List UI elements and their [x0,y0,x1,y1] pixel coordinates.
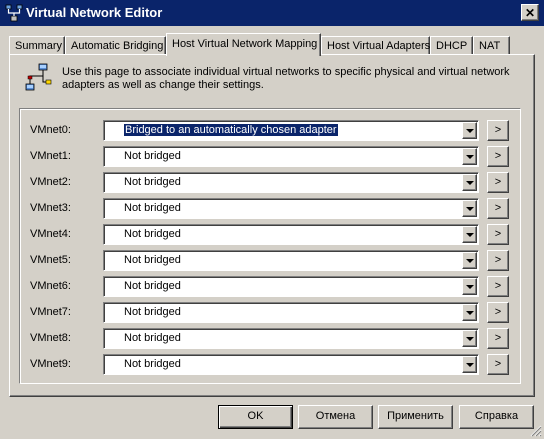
vmnet-settings-button[interactable]: > [487,146,509,167]
vmnet-label: VMnet9: [30,358,71,370]
vmnet-mapping-value: Not bridged [124,254,181,266]
tab-dhcp[interactable]: DHCP [430,36,473,55]
chevron-down-icon[interactable] [462,356,477,373]
vmnet-mapping-select[interactable]: Not bridged [103,146,479,167]
vmnet-mapping-select[interactable]: Not bridged [103,198,479,219]
vmnet-row: VMnet5: Not bridged > [0,250,544,272]
close-button[interactable]: ✕ [521,4,539,21]
vmnet-row: VMnet4: Not bridged > [0,224,544,246]
vmnet-mapping-select[interactable]: Not bridged [103,302,479,323]
vmnet-mapping-value: Bridged to an automatically chosen adapt… [123,123,339,137]
chevron-down-icon[interactable] [462,148,477,165]
close-icon: ✕ [524,5,536,20]
chevron-down-icon[interactable] [462,122,477,139]
info-description: Use this page to associate individual vi… [62,66,510,91]
tab-host-virtual-adapters[interactable]: Host Virtual Adapters [321,36,430,55]
cancel-button[interactable]: Отмена [298,405,373,429]
tab-summary[interactable]: Summary [9,36,65,55]
vmnet-mapping-value: Not bridged [124,202,181,214]
vmnet-row: VMnet7: Not bridged > [0,302,544,324]
vmnet-settings-button[interactable]: > [487,198,509,219]
chevron-down-icon[interactable] [462,226,477,243]
vmnet-settings-button[interactable]: > [487,302,509,323]
ok-button[interactable]: OK [218,405,293,429]
vmnet-mapping-select[interactable]: Bridged to an automatically chosen adapt… [103,120,479,141]
vmnet-label: VMnet8: [30,332,71,344]
vmnet-mapping-select[interactable]: Not bridged [103,250,479,271]
vmnet-row: VMnet9: Not bridged > [0,354,544,376]
vmnet-mapping-select[interactable]: Not bridged [103,224,479,245]
vmnet-mapping-value: Not bridged [124,358,181,370]
vmnet-row: VMnet2: Not bridged > [0,172,544,194]
vmnet-mapping-value: Not bridged [124,228,181,240]
vmnet-mapping-select[interactable]: Not bridged [103,172,479,193]
vmnet-mapping-select[interactable]: Not bridged [103,276,479,297]
vmnet-mapping-value: Not bridged [124,306,181,318]
chevron-down-icon[interactable] [462,304,477,321]
vmnet-label: VMnet0: [30,124,71,136]
vmnet-mapping-select[interactable]: Not bridged [103,354,479,375]
vmnet-row: VMnet1: Not bridged > [0,146,544,168]
vmnet-mapping-value: Not bridged [124,280,181,292]
title-bar: Virtual Network Editor ✕ [0,0,544,26]
vmnet-settings-button[interactable]: > [487,328,509,349]
vmnet-settings-button[interactable]: > [487,224,509,245]
vmnet-label: VMnet5: [30,254,71,266]
vmnet-settings-button[interactable]: > [487,276,509,297]
tab-automatic-bridging[interactable]: Automatic Bridging [65,36,166,55]
vmnet-row: VMnet6: Not bridged > [0,276,544,298]
window-title: Virtual Network Editor [26,5,163,20]
vmnet-row: VMnet3: Not bridged > [0,198,544,220]
vmnet-label: VMnet4: [30,228,71,240]
network-icon [25,63,52,91]
vmnet-mapping-select[interactable]: Not bridged [103,328,479,349]
chevron-down-icon[interactable] [462,278,477,295]
chevron-down-icon[interactable] [462,330,477,347]
vmnet-label: VMnet3: [30,202,71,214]
vmnet-mapping-value: Not bridged [124,332,181,344]
help-button[interactable]: Справка [459,405,534,429]
vmnet-label: VMnet2: [30,176,71,188]
vmnet-settings-button[interactable]: > [487,172,509,193]
resize-grip-icon[interactable] [530,425,542,437]
vmnet-label: VMnet6: [30,280,71,292]
vmnet-settings-button[interactable]: > [487,354,509,375]
tab-host-virtual-network-mapping[interactable]: Host Virtual Network Mapping [166,33,321,56]
vmnet-row: VMnet8: Not bridged > [0,328,544,350]
vmnet-label: VMnet1: [30,150,71,162]
apply-button[interactable]: Применить [378,405,453,429]
vmnet-mapping-value: Not bridged [124,176,181,188]
vmnet-settings-button[interactable]: > [487,250,509,271]
vmnet-settings-button[interactable]: > [487,120,509,141]
vmnet-label: VMnet7: [30,306,71,318]
vmnet-row: VMnet0: Bridged to an automatically chose… [0,120,544,142]
chevron-down-icon[interactable] [462,252,477,269]
tab-nat[interactable]: NAT [473,36,510,55]
chevron-down-icon[interactable] [462,200,477,217]
app-network-icon [5,4,23,22]
vmnet-mapping-value: Not bridged [124,150,181,162]
chevron-down-icon[interactable] [462,174,477,191]
